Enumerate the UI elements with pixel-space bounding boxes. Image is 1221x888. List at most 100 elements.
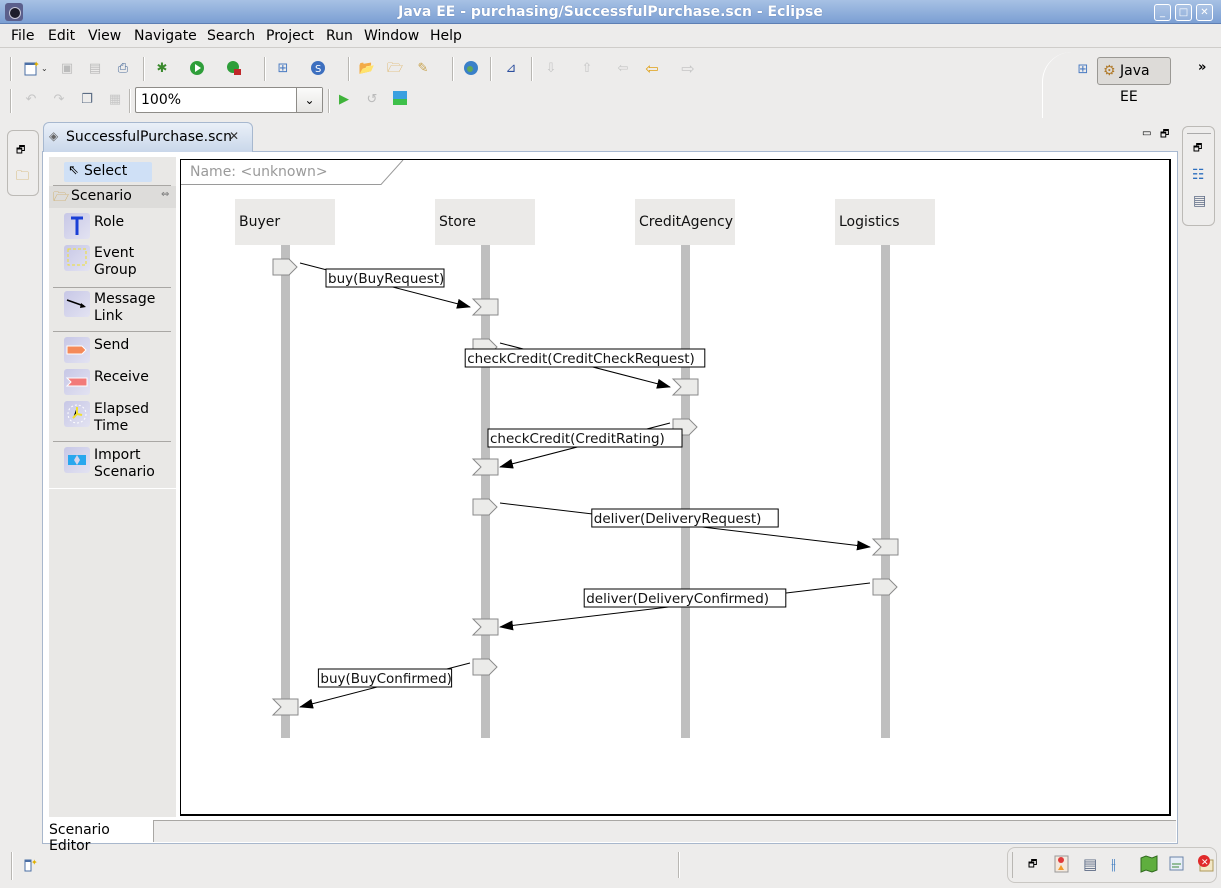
menu-search[interactable]: Search: [207, 27, 255, 45]
export-image-icon[interactable]: [391, 91, 409, 109]
status-separator: [11, 852, 13, 880]
problems-icon[interactable]: ✕: [1196, 854, 1214, 876]
minimize-button[interactable]: _: [1154, 4, 1171, 21]
restore-icon[interactable]: 🗗: [1193, 141, 1202, 158]
properties-icon[interactable]: ▤: [1083, 855, 1097, 873]
outline-icon[interactable]: ☷: [1192, 167, 1205, 183]
scenario-file-icon: ◈: [49, 129, 59, 143]
stack-handle[interactable]: [1012, 852, 1014, 878]
stack-handle[interactable]: [1187, 133, 1211, 134]
menu-view[interactable]: View: [88, 27, 121, 45]
last-edit-location-icon[interactable]: ⇦: [614, 60, 632, 78]
previous-annotation-icon[interactable]: ⇧: [578, 60, 596, 78]
palette-tool-message-link[interactable]: Message Link: [49, 291, 176, 327]
tool-label: Message Link: [94, 291, 156, 324]
new-web-service-icon[interactable]: S: [309, 60, 327, 78]
palette-divider: [53, 441, 171, 442]
palette-divider: [49, 488, 176, 489]
menu-run[interactable]: Run: [326, 27, 353, 45]
eclipse-app-icon[interactable]: [5, 3, 23, 21]
menu-project[interactable]: Project: [266, 27, 314, 45]
perspective-java-ee[interactable]: ⚙ Java EE: [1097, 57, 1171, 105]
import-scenario-icon: [64, 447, 90, 473]
tasks-icon[interactable]: ⫲: [1111, 855, 1116, 873]
zoom-combo[interactable]: 100% ⌄: [135, 87, 323, 113]
print-icon[interactable]: ⎙: [114, 60, 132, 78]
palette-tool-role[interactable]: Role: [49, 213, 176, 241]
simulate-icon[interactable]: ▶: [335, 91, 353, 109]
paste-icon[interactable]: ▦: [106, 91, 124, 109]
title-bar: Java EE - purchasing/SuccessfulPurchase.…: [0, 0, 1221, 24]
palette-tool-receive[interactable]: Receive: [49, 369, 176, 397]
maximize-editor-icon[interactable]: 🗗: [1160, 127, 1169, 144]
palette-tool-event-group[interactable]: Event Group: [49, 245, 176, 281]
scenario-name-tab[interactable]: Name: <unknown>: [181, 160, 404, 185]
new-dropdown-icon[interactable]: ⌄: [41, 64, 48, 73]
tool-label: Role: [94, 214, 125, 230]
scenario-name-label: Name: <unknown>: [190, 164, 328, 180]
project-explorer-icon[interactable]: 🗀: [16, 167, 29, 189]
pin-icon[interactable]: ⇔: [161, 189, 169, 200]
maximize-button[interactable]: □: [1175, 4, 1192, 21]
chevron-down-icon[interactable]: ⌄: [296, 88, 322, 112]
reset-icon[interactable]: ↺: [363, 91, 381, 109]
select-label: Select: [84, 163, 128, 179]
servers-icon[interactable]: [1140, 855, 1158, 877]
debug-icon[interactable]: ✱: [153, 60, 171, 78]
web-browser-icon[interactable]: [462, 60, 480, 78]
toolbar-separator: [143, 57, 145, 81]
open-resource-icon[interactable]: 🗁: [386, 60, 404, 78]
redo-icon[interactable]: ↷: [50, 91, 68, 109]
minimize-editor-icon[interactable]: ▭: [1142, 128, 1151, 139]
palette-tool-send[interactable]: Send: [49, 337, 176, 365]
palette-drawer-scenario[interactable]: 🗁 Scenario ⇔: [49, 186, 176, 208]
open-type-icon[interactable]: 📂: [358, 60, 376, 78]
toolbar-separator: [10, 57, 12, 81]
new-wizard-icon[interactable]: ✦: [22, 60, 40, 78]
restore-icon[interactable]: 🗗: [1028, 857, 1037, 874]
toolbar-separator: [129, 89, 131, 113]
toolbar-separator: [10, 89, 12, 113]
task-list-icon[interactable]: ▤: [1193, 193, 1206, 209]
run-icon[interactable]: [188, 60, 206, 78]
palette-select-tool[interactable]: ⇖ Select: [64, 162, 152, 182]
close-button[interactable]: ✕: [1196, 4, 1213, 21]
tool-label: Receive: [94, 369, 149, 385]
back-icon[interactable]: ⇦: [643, 60, 661, 78]
toolbar-separator: [264, 57, 266, 81]
run-as-icon[interactable]: ⊿: [502, 60, 520, 78]
bookmarks-icon[interactable]: [1054, 855, 1070, 877]
svg-text:S: S: [315, 64, 321, 75]
data-source-explorer-icon[interactable]: [1168, 855, 1184, 875]
external-tools-icon[interactable]: [225, 60, 243, 78]
palette-divider: [53, 331, 171, 332]
diagram-canvas[interactable]: [180, 159, 1171, 816]
editor-tab[interactable]: ◈ SuccessfulPurchase.scn ✕: [43, 122, 253, 152]
fast-view-icon[interactable]: ✦: [24, 856, 40, 876]
next-annotation-icon[interactable]: ⇩: [542, 60, 560, 78]
menu-help[interactable]: Help: [430, 27, 462, 45]
palette-tool-import-scenario[interactable]: Import Scenario: [49, 447, 176, 483]
close-tab-icon[interactable]: ✕: [229, 129, 239, 143]
right-minimized-stack: 🗗 ☷ ▤: [1182, 126, 1215, 226]
new-server-icon[interactable]: ⊞: [274, 60, 292, 78]
copy-icon[interactable]: ❐: [78, 91, 96, 109]
menu-navigate[interactable]: Navigate: [134, 27, 197, 45]
toolbar-separator: [452, 57, 454, 81]
save-all-icon[interactable]: ▤: [86, 60, 104, 78]
svg-text:✕: ✕: [1201, 858, 1209, 868]
undo-icon[interactable]: ↶: [22, 91, 40, 109]
tab-scenario-editor[interactable]: Scenario Editor: [44, 820, 154, 854]
perspective-overflow-icon[interactable]: »: [1198, 60, 1206, 75]
menu-window[interactable]: Window: [364, 27, 419, 45]
menu-file[interactable]: File: [11, 27, 34, 45]
palette-tool-elapsed-time[interactable]: Elapsed Time: [49, 401, 176, 437]
zoom-value[interactable]: 100%: [141, 92, 181, 108]
menu-edit[interactable]: Edit: [48, 27, 75, 45]
search-icon[interactable]: ✎: [414, 60, 432, 78]
restore-icon[interactable]: 🗗: [16, 143, 25, 160]
forward-icon[interactable]: ⇨: [679, 60, 697, 78]
toolbar-separator: [328, 89, 330, 113]
save-icon[interactable]: ▣: [58, 60, 76, 78]
open-perspective-icon[interactable]: ⊞: [1074, 61, 1092, 79]
